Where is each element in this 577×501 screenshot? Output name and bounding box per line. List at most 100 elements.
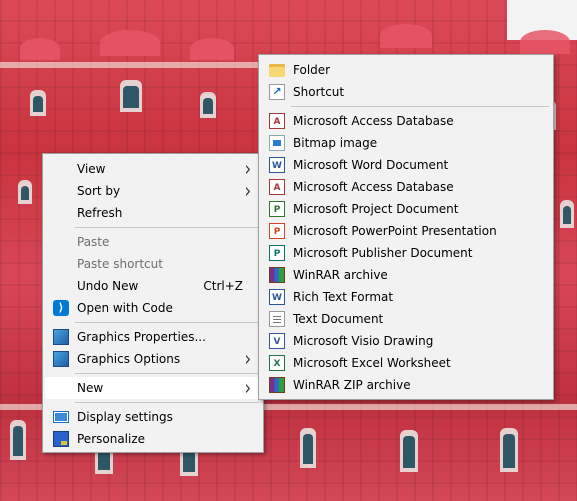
menu-item-paste[interactable]: Paste	[45, 231, 261, 253]
wallpaper-band	[0, 62, 260, 68]
winrar-zip-icon	[269, 377, 285, 393]
new-item-text-document[interactable]: Text Document	[261, 308, 551, 330]
project-icon: P	[269, 201, 285, 217]
menu-item-refresh[interactable]: Refresh	[45, 202, 261, 224]
menu-item-personalize[interactable]: Personalize	[45, 428, 261, 450]
menu-item-label: Folder	[293, 63, 331, 77]
new-item-project-document[interactable]: P Microsoft Project Document	[261, 198, 551, 220]
menu-item-label: Paste	[77, 235, 110, 249]
new-item-shortcut[interactable]: ↗ Shortcut	[261, 81, 551, 103]
menu-item-label: Paste shortcut	[77, 257, 163, 271]
chevron-right-icon: ›	[244, 178, 251, 203]
menu-item-label: Microsoft Word Document	[293, 158, 449, 172]
new-item-word-document[interactable]: W Microsoft Word Document	[261, 154, 551, 176]
menu-item-label: Microsoft Access Database	[293, 114, 454, 128]
menu-item-label: View	[77, 162, 106, 176]
menu-separator	[75, 227, 259, 228]
menu-item-shortcut: Ctrl+Z	[203, 279, 243, 293]
menu-item-label: Text Document	[293, 312, 384, 326]
menu-item-view[interactable]: View ›	[45, 156, 261, 181]
text-document-icon	[269, 311, 285, 327]
menu-item-label: Shortcut	[293, 85, 345, 99]
menu-separator	[75, 373, 259, 374]
menu-item-label: Bitmap image	[293, 136, 378, 150]
wallpaper-dome	[520, 30, 570, 54]
powerpoint-icon: P	[269, 223, 285, 239]
bitmap-icon	[269, 135, 285, 151]
wallpaper-dome	[20, 38, 60, 60]
wallpaper-window	[500, 428, 518, 472]
desktop[interactable]: View › Sort by › Refresh Paste Paste sho…	[0, 0, 577, 501]
menu-item-label: Rich Text Format	[293, 290, 394, 304]
new-item-bitmap-image[interactable]: Bitmap image	[261, 132, 551, 154]
menu-item-label: Microsoft Publisher Document	[293, 246, 473, 260]
menu-separator	[75, 402, 259, 403]
wallpaper-dome	[380, 24, 432, 48]
visio-icon: V	[269, 333, 285, 349]
vscode-icon: ⟩	[53, 300, 69, 316]
menu-item-display-settings[interactable]: Display settings	[45, 406, 261, 428]
excel-icon: X	[269, 355, 285, 371]
access-icon: A	[269, 179, 285, 195]
folder-icon	[269, 64, 285, 77]
menu-item-new[interactable]: New ›	[45, 375, 261, 400]
menu-item-paste-shortcut[interactable]: Paste shortcut	[45, 253, 261, 275]
word-icon: W	[269, 157, 285, 173]
menu-item-graphics-properties[interactable]: Graphics Properties...	[45, 326, 261, 348]
wallpaper-window	[200, 92, 216, 118]
winrar-icon	[269, 267, 285, 283]
display-icon	[53, 411, 69, 423]
menu-item-label: Microsoft Visio Drawing	[293, 334, 434, 348]
graphics-icon	[53, 351, 69, 367]
menu-item-sort-by[interactable]: Sort by ›	[45, 178, 261, 203]
chevron-right-icon: ›	[244, 375, 251, 400]
menu-item-label: WinRAR archive	[293, 268, 388, 282]
publisher-icon: P	[269, 245, 285, 261]
menu-item-graphics-options[interactable]: Graphics Options ›	[45, 346, 261, 371]
menu-item-label: Graphics Properties...	[77, 330, 206, 344]
menu-separator	[291, 106, 549, 107]
access-icon: A	[269, 113, 285, 129]
shortcut-icon: ↗	[269, 84, 285, 100]
new-item-access-database-2[interactable]: A Microsoft Access Database	[261, 176, 551, 198]
menu-separator	[75, 322, 259, 323]
menu-item-label: Display settings	[77, 410, 173, 424]
new-item-winrar-archive[interactable]: WinRAR archive	[261, 264, 551, 286]
wallpaper-window	[560, 200, 574, 228]
menu-item-label: Personalize	[77, 432, 146, 446]
wallpaper-window	[18, 180, 32, 204]
chevron-right-icon: ›	[244, 346, 251, 371]
personalize-icon	[53, 431, 69, 447]
rtf-icon: W	[269, 289, 285, 305]
menu-item-label: Microsoft Access Database	[293, 180, 454, 194]
wallpaper-dome	[100, 30, 160, 56]
wallpaper-window	[400, 430, 418, 472]
menu-item-undo-new[interactable]: Undo New Ctrl+Z	[45, 275, 261, 297]
new-item-powerpoint-presentation[interactable]: P Microsoft PowerPoint Presentation	[261, 220, 551, 242]
new-item-rich-text-format[interactable]: W Rich Text Format	[261, 286, 551, 308]
wallpaper-window	[120, 80, 142, 112]
menu-item-label: Microsoft Project Document	[293, 202, 459, 216]
new-submenu: Folder ↗ Shortcut A Microsoft Access Dat…	[258, 54, 554, 400]
wallpaper-dome	[190, 38, 234, 60]
new-item-excel-worksheet[interactable]: X Microsoft Excel Worksheet	[261, 352, 551, 374]
graphics-icon	[53, 329, 69, 345]
new-item-winrar-zip-archive[interactable]: WinRAR ZIP archive	[261, 374, 551, 396]
menu-item-label: Undo New	[77, 279, 139, 293]
new-item-publisher-document[interactable]: P Microsoft Publisher Document	[261, 242, 551, 264]
menu-item-label: Sort by	[77, 184, 121, 198]
menu-item-open-with-code[interactable]: ⟩ Open with Code	[45, 297, 261, 319]
wallpaper-window	[300, 428, 316, 468]
wallpaper-window	[30, 90, 46, 116]
new-item-access-database[interactable]: A Microsoft Access Database	[261, 110, 551, 132]
menu-item-label: New	[77, 381, 104, 395]
menu-item-label: Open with Code	[77, 301, 173, 315]
menu-item-label: Microsoft PowerPoint Presentation	[293, 224, 497, 238]
menu-item-label: WinRAR ZIP archive	[293, 378, 411, 392]
menu-item-label: Microsoft Excel Worksheet	[293, 356, 451, 370]
menu-item-label: Refresh	[77, 206, 123, 220]
wallpaper-window	[10, 420, 26, 460]
new-item-folder[interactable]: Folder	[261, 59, 551, 81]
new-item-visio-drawing[interactable]: V Microsoft Visio Drawing	[261, 330, 551, 352]
desktop-context-menu: View › Sort by › Refresh Paste Paste sho…	[42, 153, 264, 453]
